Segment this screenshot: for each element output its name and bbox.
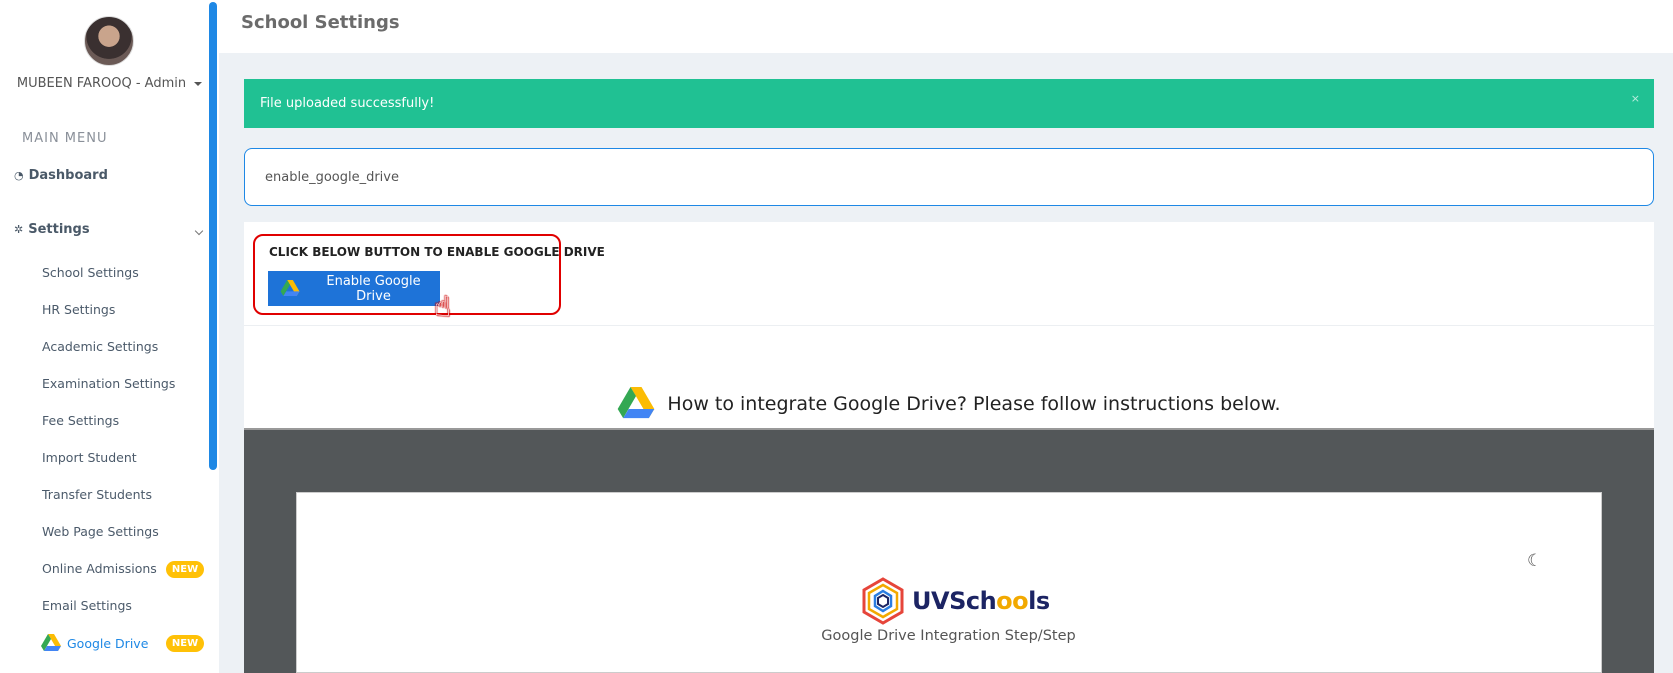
sidebar-item-label: Online Admissions [42, 561, 157, 576]
enable-instruction-label: CLICK BELOW BUTTON TO ENABLE GOOGLE DRIV… [269, 245, 605, 259]
sidebar-item-transfer-students[interactable]: Transfer Students [42, 487, 152, 502]
sidebar-item-web-page-settings[interactable]: Web Page Settings [42, 524, 159, 539]
sidebar-item-label: Fee Settings [42, 413, 120, 428]
sidebar-scrollbar[interactable] [209, 2, 217, 470]
dashboard-icon: ◔ [14, 169, 24, 182]
uvschools-logo: UVSchools [858, 576, 1050, 626]
top-header: School Settings [219, 0, 1673, 53]
sidebar-item-label: HR Settings [42, 302, 116, 317]
main-menu-heading: MAIN MENU [22, 131, 108, 146]
avatar[interactable] [84, 16, 134, 66]
sidebar-item-school-settings[interactable]: School Settings [42, 265, 139, 280]
logo-text: UVSchools [912, 587, 1050, 615]
user-menu[interactable]: MUBEEN FAROOQ - Admin [0, 76, 219, 91]
moon-icon[interactable]: ☾ [1527, 551, 1542, 571]
close-icon[interactable]: × [1631, 79, 1640, 119]
divider [244, 325, 1654, 326]
sidebar-item-settings[interactable]: ✲ Settings [14, 222, 90, 237]
google-drive-icon [618, 387, 655, 419]
logo-text-suffix: ls [1028, 587, 1050, 615]
alert-message: File uploaded successfully! [260, 96, 435, 111]
enable-google-drive-button[interactable]: Enable Google Drive [268, 271, 440, 306]
chevron-down-icon[interactable] [194, 226, 204, 236]
gear-icon: ✲ [14, 223, 24, 236]
logo-hexagon-icon [862, 577, 904, 625]
sidebar-item-label: Examination Settings [42, 376, 176, 391]
page-title: School Settings [241, 12, 400, 33]
instructions-text: How to integrate Google Drive? Please fo… [667, 392, 1281, 415]
sidebar-item-label: School Settings [42, 265, 139, 280]
new-badge: NEW [166, 561, 204, 578]
hand-cursor-icon: ☝ [434, 290, 452, 323]
setting-key-input[interactable] [244, 148, 1654, 206]
sidebar: MUBEEN FAROOQ - Admin MAIN MENU ◔ Dashbo… [0, 0, 219, 673]
sidebar-item-dashboard[interactable]: ◔ Dashboard [14, 168, 108, 183]
sidebar-item-academic-settings[interactable]: Academic Settings [42, 339, 158, 354]
sidebar-item-label: Academic Settings [42, 339, 159, 354]
enable-google-drive-card: CLICK BELOW BUTTON TO ENABLE GOOGLE DRIV… [244, 222, 1654, 428]
sidebar-item-examination-settings[interactable]: Examination Settings [42, 376, 175, 391]
sidebar-item-online-admissions[interactable]: Online Admissions [42, 561, 157, 576]
sidebar-item-label: Transfer Students [42, 487, 152, 502]
sidebar-item-label: Import Student [42, 450, 137, 465]
caret-down-icon [194, 81, 203, 86]
sidebar-item-fee-settings[interactable]: Fee Settings [42, 413, 119, 428]
sidebar-item-label: Settings [28, 222, 90, 237]
video-caption: Google Drive Integration Step/Step [821, 628, 1076, 644]
instructions-heading: How to integrate Google Drive? Please fo… [244, 387, 1654, 420]
logo-text-oo: oo [996, 587, 1029, 615]
success-alert: File uploaded successfully! × [244, 79, 1654, 128]
sidebar-item-label: Email Settings [42, 598, 132, 613]
google-drive-icon [280, 280, 300, 297]
sidebar-item-hr-settings[interactable]: HR Settings [42, 302, 115, 317]
logo-text-prefix: UV [912, 587, 950, 615]
sidebar-item-email-settings[interactable]: Email Settings [42, 598, 132, 613]
sidebar-item-label: Dashboard [28, 168, 108, 183]
user-name-label: MUBEEN FAROOQ - Admin [16, 76, 187, 91]
sidebar-item-label: Web Page Settings [42, 524, 159, 539]
logo-text-mid: Sch [949, 587, 997, 615]
sidebar-item-import-student[interactable]: Import Student [42, 450, 137, 465]
button-label: Enable Google Drive [326, 273, 421, 304]
